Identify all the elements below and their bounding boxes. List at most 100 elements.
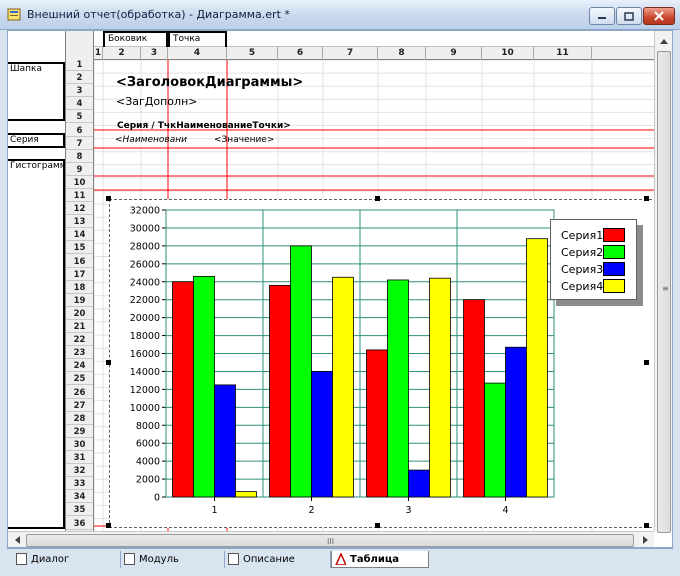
row-number[interactable]: 34 <box>66 492 93 504</box>
column-number[interactable]: 6 <box>278 47 323 60</box>
row-number[interactable]: 14 <box>66 230 93 242</box>
horizontal-grip: III <box>327 537 335 546</box>
row-number[interactable]: 4 <box>66 99 93 111</box>
row-number[interactable]: 9 <box>66 165 93 176</box>
row-section-label: Гистограмма <box>10 161 64 171</box>
column-number[interactable]: 3 <box>141 47 168 60</box>
resize-handle-n[interactable] <box>375 196 380 201</box>
scroll-up-button[interactable] <box>655 33 672 49</box>
resize-handle-e[interactable] <box>644 360 649 365</box>
row-number[interactable]: 23 <box>66 348 93 360</box>
row-number[interactable]: 19 <box>66 296 93 307</box>
tab-description-label: Описание <box>243 554 295 565</box>
chart-subtitle-cell[interactable]: <ЗагДополн> <box>116 95 197 108</box>
column-number[interactable]: 9 <box>426 47 482 60</box>
row-number[interactable]: 30 <box>66 440 93 451</box>
y-tick-label: 12000 <box>130 385 160 396</box>
tab-dialog[interactable]: Диалог <box>13 551 121 568</box>
resize-handle-se[interactable] <box>644 523 649 528</box>
row-number[interactable]: 8 <box>66 152 93 163</box>
y-tick-label: 14000 <box>130 367 160 378</box>
row-number[interactable]: 2 <box>66 73 93 85</box>
row-number[interactable]: 21 <box>66 322 93 333</box>
legend-item: Серия1 <box>561 228 625 242</box>
column-section-side[interactable]: Боковик <box>103 31 168 47</box>
row-number[interactable]: 10 <box>66 178 93 189</box>
row-number[interactable]: 26 <box>66 388 93 399</box>
tab-table-label: Таблица <box>350 553 400 565</box>
column-number[interactable]: 4 <box>168 47 227 60</box>
row-number[interactable]: 28 <box>66 414 93 425</box>
column-number[interactable]: 5 <box>227 47 278 60</box>
column-number[interactable]: 10 <box>482 47 534 60</box>
horizontal-scroll-thumb[interactable]: III <box>26 534 634 547</box>
row-number[interactable]: 15 <box>66 243 93 255</box>
horizontal-scrollbar[interactable]: III <box>8 531 654 547</box>
minimize-button[interactable] <box>589 7 615 25</box>
row-number[interactable]: 20 <box>66 309 93 320</box>
resize-handle-sw[interactable] <box>106 523 111 528</box>
tab-module[interactable]: Модуль <box>121 551 225 568</box>
value-placeholder-cell[interactable]: <Значение> <box>214 135 274 145</box>
row-section-box[interactable] <box>8 159 65 529</box>
row-number[interactable]: 35 <box>66 505 93 517</box>
vertical-scroll-thumb[interactable]: ≡ <box>657 51 671 533</box>
arrow-right-icon <box>642 536 648 544</box>
column-section-point[interactable]: Точка <box>168 31 227 47</box>
table-icon <box>335 553 346 565</box>
resize-handle-s[interactable] <box>375 523 380 528</box>
name-placeholder-cell[interactable]: <Наименовани <box>115 135 187 145</box>
close-button[interactable] <box>643 7 675 25</box>
row-number[interactable]: 31 <box>66 453 93 464</box>
row-number[interactable]: 5 <box>66 112 93 124</box>
row-number[interactable]: 33 <box>66 479 93 491</box>
row-number[interactable]: 18 <box>66 283 93 294</box>
column-number[interactable]: 7 <box>323 47 378 60</box>
bar-Серия3-2 <box>311 371 333 498</box>
row-number[interactable]: 12 <box>66 204 93 216</box>
row-number[interactable]: 24 <box>66 361 93 373</box>
row-number[interactable]: 7 <box>66 139 93 150</box>
column-number[interactable]: 1 <box>94 47 103 60</box>
bar-Серия4-4 <box>526 238 548 498</box>
row-number[interactable]: 6 <box>66 126 93 137</box>
column-number[interactable]: 11 <box>534 47 592 60</box>
y-tick-label: 30000 <box>130 223 160 234</box>
series-header-cell[interactable]: Серия / ТчкНаименованиеТочки> <box>117 121 291 131</box>
scroll-right-button[interactable] <box>636 532 654 547</box>
row-number[interactable]: 16 <box>66 257 93 268</box>
spreadsheet-editor[interactable]: Боковик Точка 1 2 3 4 5 6 7 8 9 10 11 Шапка Серия Гис… <box>7 30 673 548</box>
resize-handle-ne[interactable] <box>644 196 649 201</box>
row-number[interactable]: 27 <box>66 401 93 412</box>
row-number[interactable]: 36 <box>66 519 93 530</box>
row-number[interactable]: 13 <box>66 217 93 229</box>
arrow-up-icon <box>660 38 668 44</box>
chart-title-cell[interactable]: <ЗаголовокДиаграммы> <box>116 75 303 90</box>
column-sections-bar: Боковик Точка <box>94 31 654 47</box>
row-number[interactable]: 11 <box>66 191 93 202</box>
maximize-button[interactable] <box>616 7 642 25</box>
row-number[interactable]: 22 <box>66 335 93 347</box>
row-number[interactable]: 1 <box>66 60 93 71</box>
title-bar[interactable]: Внешний отчет(обработка) - Диаграмма.ert… <box>0 0 680 30</box>
resize-handle-w[interactable] <box>106 360 111 365</box>
column-number[interactable]: 8 <box>378 47 426 60</box>
tab-description[interactable]: Описание <box>225 551 331 568</box>
scroll-left-button[interactable] <box>8 532 26 547</box>
resize-handle-nw[interactable] <box>106 196 111 201</box>
y-tick-label: 0 <box>154 493 160 504</box>
row-number[interactable]: 29 <box>66 427 93 438</box>
legend-label: Серия2 <box>561 245 604 259</box>
vertical-scrollbar[interactable]: ≡ <box>654 31 672 533</box>
row-number[interactable]: 25 <box>66 374 93 386</box>
row-number[interactable]: 17 <box>66 270 93 281</box>
row-number[interactable]: 3 <box>66 86 93 98</box>
tab-table[interactable]: Таблица <box>331 551 429 568</box>
bar-Серия1-3 <box>366 349 388 498</box>
y-tick-label: 32000 <box>130 206 160 217</box>
column-number[interactable]: 2 <box>103 47 141 60</box>
chart-legend[interactable]: Серия1 Серия2 Серия3 Серия4 <box>550 219 637 300</box>
vertical-grip: ≡ <box>662 284 669 293</box>
y-tick-label: 20000 <box>130 313 160 324</box>
row-number[interactable]: 32 <box>66 466 93 478</box>
